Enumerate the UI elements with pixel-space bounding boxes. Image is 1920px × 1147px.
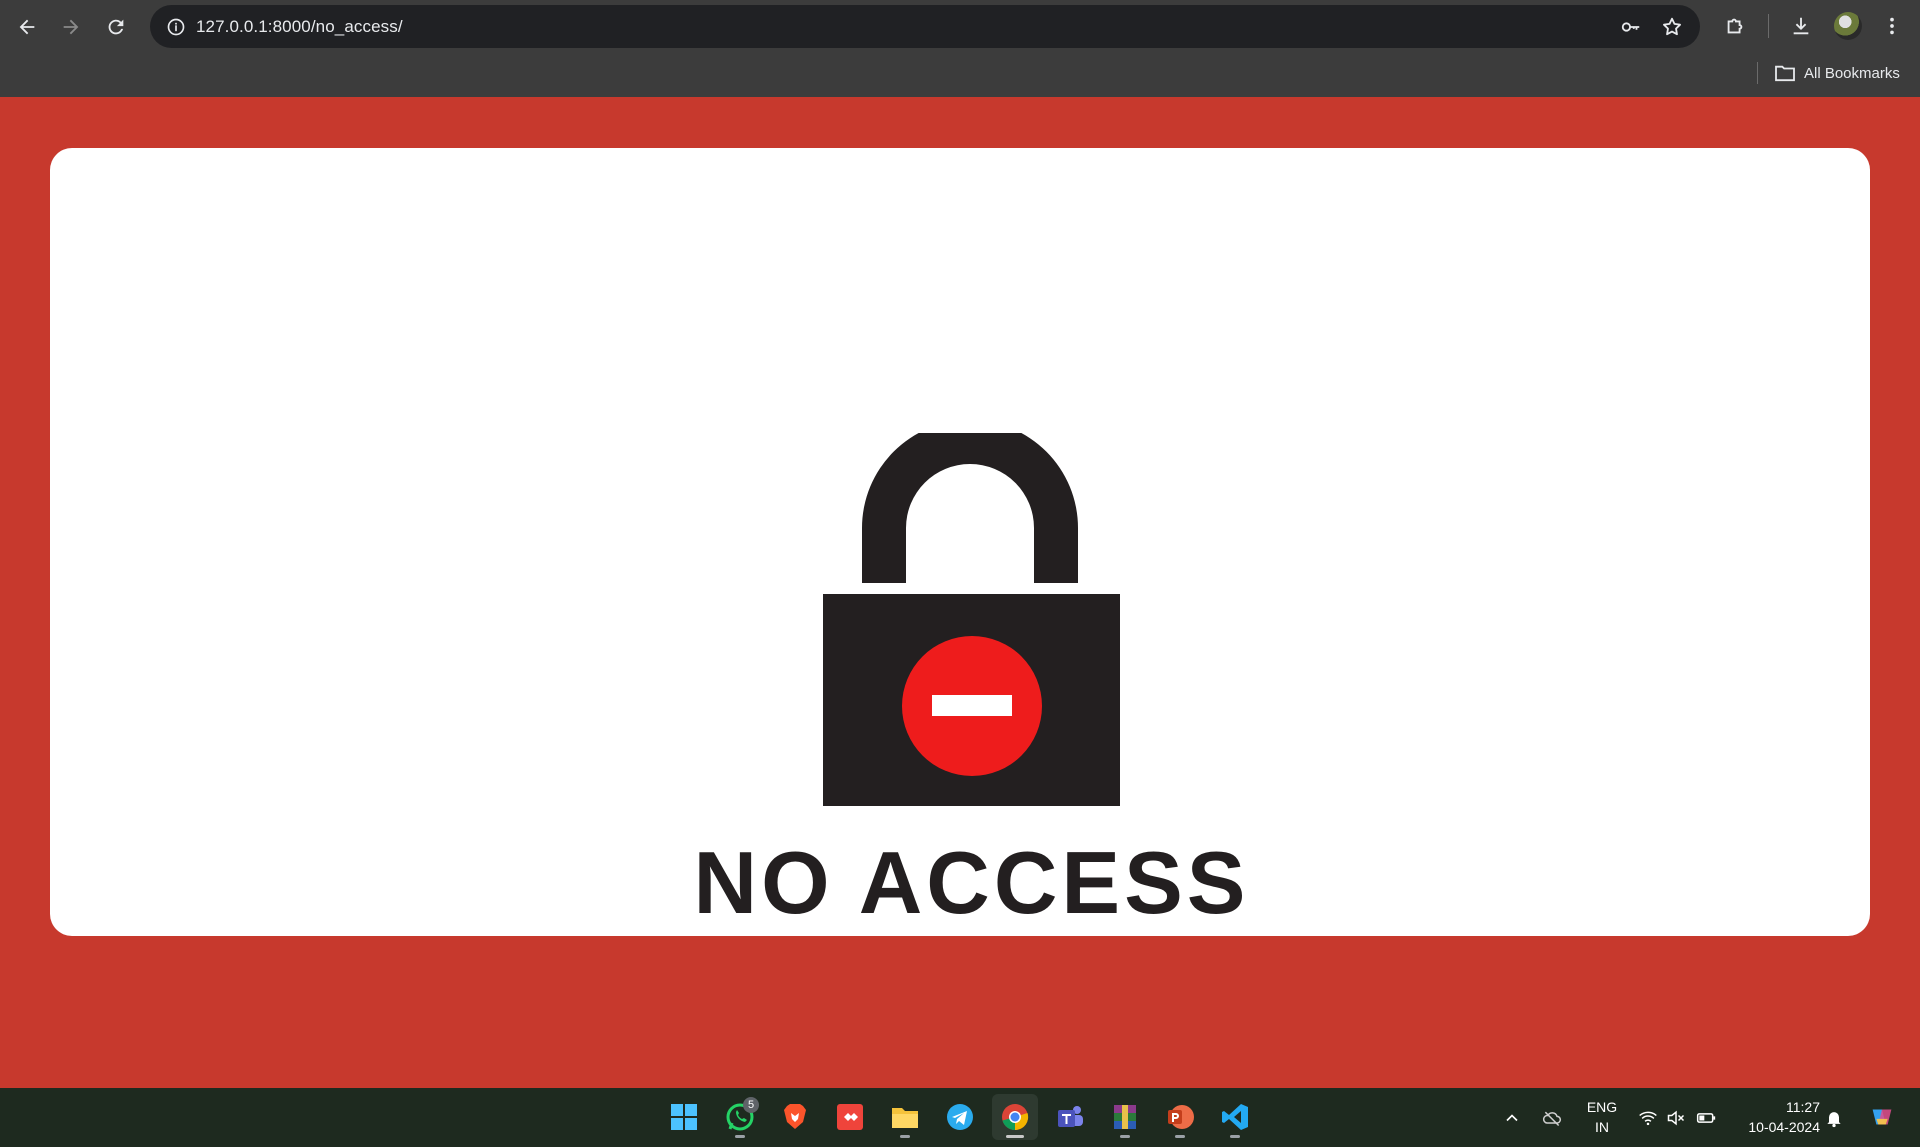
onedrive-tray[interactable] — [1540, 1106, 1564, 1130]
password-key-icon[interactable] — [1617, 13, 1645, 41]
battery-icon — [1696, 1113, 1716, 1123]
taskbar-chrome[interactable] — [992, 1094, 1038, 1140]
show-hidden-icons-button[interactable] — [1500, 1106, 1524, 1130]
winrar-icon — [1114, 1105, 1136, 1129]
taskbar-telegram[interactable] — [937, 1094, 983, 1140]
chevron-up-icon — [1506, 1114, 1518, 1122]
all-bookmarks-button[interactable]: All Bookmarks — [1774, 60, 1900, 86]
wifi-tray[interactable] — [1636, 1106, 1660, 1130]
running-indicator — [1175, 1135, 1185, 1138]
forward-button[interactable] — [52, 8, 90, 46]
taskbar-vscode[interactable] — [1212, 1094, 1258, 1140]
volume-tray[interactable] — [1664, 1106, 1688, 1130]
taskbar-anydesk[interactable] — [827, 1094, 873, 1140]
windows-taskbar: 5 ENG IN 11:27 10-04-2024 — [0, 1088, 1920, 1147]
clock-date: 10-04-2024 — [1748, 1119, 1820, 1135]
teams-icon — [1058, 1106, 1083, 1127]
powerpoint-icon — [1168, 1105, 1194, 1129]
taskbar-winrar[interactable] — [1102, 1094, 1148, 1140]
brave-icon — [784, 1104, 806, 1129]
taskbar-file-explorer[interactable] — [882, 1094, 928, 1140]
volume-mute-icon — [1667, 1110, 1685, 1126]
site-info-icon[interactable] — [162, 13, 190, 41]
extensions-button[interactable] — [1717, 8, 1753, 44]
downloads-button[interactable] — [1783, 8, 1819, 44]
telegram-icon — [947, 1104, 973, 1130]
lock-no-entry-icon — [823, 433, 1120, 806]
clock-time: 11:27 — [1786, 1099, 1820, 1115]
chrome-menu-button[interactable] — [1874, 8, 1910, 44]
no-access-heading: NO ACCESS — [693, 833, 1250, 932]
url-text[interactable]: 127.0.0.1:8000/no_access/ — [196, 17, 403, 37]
all-bookmarks-label: All Bookmarks — [1804, 64, 1900, 82]
taskbar-powerpoint[interactable] — [1157, 1094, 1203, 1140]
battery-tray[interactable] — [1694, 1106, 1718, 1130]
whatsapp-badge: 5 — [743, 1097, 759, 1113]
folder-icon — [892, 1108, 918, 1128]
bookmarks-divider — [1757, 62, 1758, 84]
arrow-right-icon — [63, 19, 79, 35]
notifications-button[interactable] — [1822, 1106, 1846, 1130]
input-language-indicator[interactable]: ENG IN — [1580, 1097, 1624, 1137]
start-button[interactable] — [661, 1094, 707, 1140]
running-indicator — [735, 1135, 745, 1138]
download-icon — [1793, 17, 1809, 35]
language-line-2: IN — [1595, 1119, 1609, 1135]
arrow-left-icon — [19, 19, 35, 35]
vscode-icon — [1222, 1104, 1248, 1130]
bookmark-star-icon[interactable] — [1658, 13, 1686, 41]
taskbar-whatsapp[interactable]: 5 — [717, 1094, 763, 1140]
windows-start-icon — [671, 1104, 697, 1130]
address-bar[interactable]: 127.0.0.1:8000/no_access/ — [150, 5, 1700, 48]
wifi-icon — [1639, 1111, 1657, 1126]
more-vert-icon — [1890, 17, 1894, 35]
toolbar-divider — [1768, 14, 1769, 38]
bookmarks-bar — [0, 52, 1920, 97]
running-indicator — [900, 1135, 910, 1138]
copilot-button[interactable] — [1866, 1101, 1898, 1133]
folder-icon — [1775, 65, 1795, 82]
back-button[interactable] — [8, 8, 46, 46]
language-line-1: ENG — [1586, 1099, 1618, 1115]
running-indicator — [1230, 1135, 1240, 1138]
taskbar-teams[interactable] — [1047, 1094, 1093, 1140]
system-clock[interactable]: 11:27 10-04-2024 — [1728, 1097, 1820, 1137]
bell-icon — [1827, 1112, 1841, 1128]
reload-icon — [108, 19, 124, 35]
reload-button[interactable] — [97, 8, 135, 46]
running-indicator — [1006, 1135, 1024, 1138]
puzzle-icon — [1727, 18, 1743, 34]
anydesk-icon — [837, 1104, 863, 1130]
running-indicator — [1120, 1135, 1130, 1138]
taskbar-brave[interactable] — [772, 1094, 818, 1140]
chrome-icon — [1002, 1104, 1029, 1131]
profile-avatar[interactable] — [1834, 12, 1862, 40]
no-access-card: NO ACCESS — [50, 148, 1870, 936]
cloud-off-icon — [1542, 1111, 1561, 1127]
copilot-icon — [1872, 1109, 1892, 1125]
